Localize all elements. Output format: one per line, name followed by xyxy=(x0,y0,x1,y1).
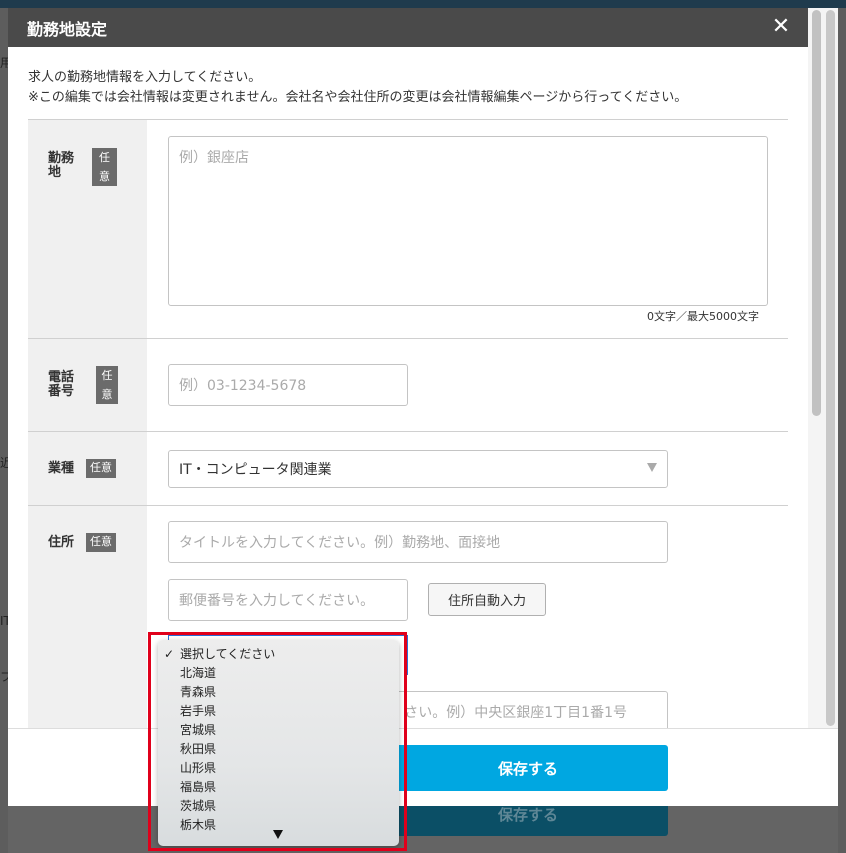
row-label-bg xyxy=(28,339,147,431)
badge-line: 任 xyxy=(101,369,113,382)
optional-badge: 任意 xyxy=(86,459,116,478)
optional-badge: 任意 xyxy=(86,533,116,552)
label-line: 電話 xyxy=(48,370,75,385)
label-industry: 業種 xyxy=(48,461,75,476)
location-textarea[interactable]: 例）銀座店 xyxy=(168,136,768,306)
background-topbar xyxy=(0,0,846,8)
modal-footer: 保存する xyxy=(8,728,838,806)
background-left-edge: 用 近 IT フ xyxy=(0,8,12,853)
address-title-input[interactable]: タイトルを入力してください。例）勤務地、面接地 xyxy=(168,521,668,563)
modal-header: 勤務地設定 ✕ xyxy=(8,8,808,47)
background-right-edge xyxy=(838,8,846,853)
label-line: 勤務 xyxy=(48,151,75,166)
optional-badge: 任 意 xyxy=(92,148,117,186)
industry-select-value: IT・コンピュータ関連業 xyxy=(179,462,332,478)
intro-line: ※この編集では会社情報は変更されません。会社名や会社住所の変更は会社情報編集ペー… xyxy=(28,90,688,105)
label-address: 住所 xyxy=(48,535,75,550)
label-phone: 電話 番号 xyxy=(48,371,74,399)
row-location: 勤務 地 任 意 例）銀座店 0文字／最大5000文字 xyxy=(28,119,788,338)
chevron-down-icon xyxy=(647,463,657,472)
close-icon[interactable]: ✕ xyxy=(768,14,794,40)
row-label-bg xyxy=(28,120,147,338)
optional-badge: 任 意 xyxy=(96,366,118,404)
badge-line: 任 xyxy=(99,151,110,164)
auto-address-button[interactable]: 住所自動入力 xyxy=(428,583,546,616)
label-line: 地 xyxy=(48,165,62,180)
intro-text: 求人の勤務地情報を入力してください。 ※この編集では会社情報は変更されません。会… xyxy=(28,68,687,108)
zip-code-input[interactable]: 郵便番号を入力してください。 xyxy=(168,579,408,621)
save-button[interactable]: 保存する xyxy=(388,745,668,791)
badge-line: 意 xyxy=(101,388,113,401)
highlight-box xyxy=(148,632,407,851)
badge-line: 意 xyxy=(99,170,110,183)
row-phone: 電話 番号 任 意 例）03-1234-5678 xyxy=(28,338,788,431)
location-settings-modal: 勤務地設定 ✕ 求人の勤務地情報を入力してください。 ※この編集では会社情報は変… xyxy=(8,8,838,806)
label-location: 勤務 地 xyxy=(48,152,74,180)
row-industry: 業種 任意 IT・コンピュータ関連業 xyxy=(28,431,788,505)
industry-select[interactable]: IT・コンピュータ関連業 xyxy=(168,450,668,488)
outer-scrollbar-thumb[interactable] xyxy=(826,10,835,726)
row-address: 住所 任意 タイトルを入力してください。例）勤務地、面接地 郵便番号を入力してく… xyxy=(28,505,788,745)
scrollbar-thumb[interactable] xyxy=(812,10,821,416)
modal-title: 勤務地設定 xyxy=(27,20,108,39)
phone-input[interactable]: 例）03-1234-5678 xyxy=(168,364,408,406)
character-counter: 0文字／最大5000文字 xyxy=(647,310,759,323)
label-line: 番号 xyxy=(48,384,75,399)
intro-line: 求人の勤務地情報を入力してください。 xyxy=(28,70,262,85)
